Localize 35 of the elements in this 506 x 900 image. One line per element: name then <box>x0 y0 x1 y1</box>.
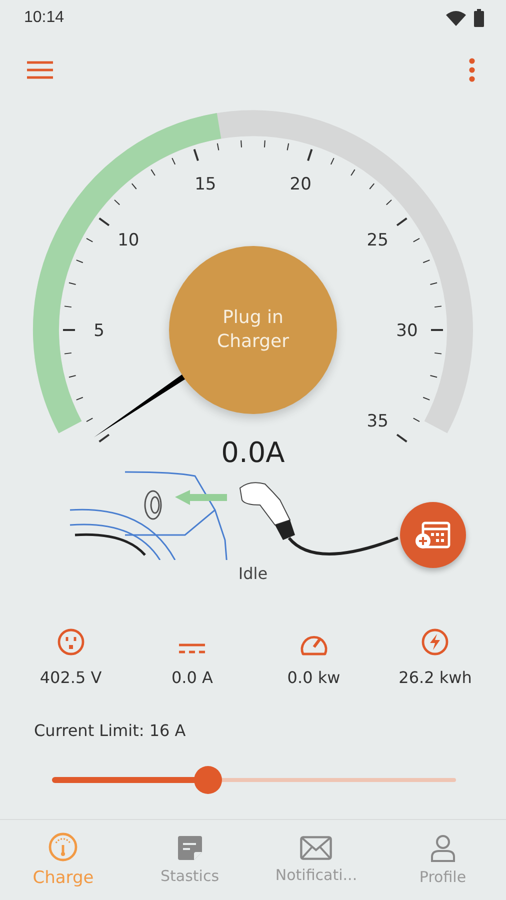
gauge-scale-label: 25 <box>366 230 388 250</box>
nav-tab[interactable]: Notificati... <box>253 820 380 900</box>
wifi-icon <box>446 10 466 26</box>
current-limit-slider[interactable] <box>52 766 456 794</box>
more-options-icon[interactable] <box>469 58 475 82</box>
stat-value: 0.0 A <box>172 668 213 687</box>
lightning-icon <box>421 628 450 656</box>
current-limit-label: Current Limit: 16 A <box>34 721 186 740</box>
gauge-scale-label: 15 <box>194 174 216 195</box>
outlet-icon <box>56 628 85 656</box>
mail-icon <box>300 836 332 860</box>
clock-time: 10:14 <box>24 9 64 27</box>
nav-tab[interactable]: Stastics <box>126 820 253 900</box>
stat-value: 0.0 kw <box>287 668 340 687</box>
menu-icon[interactable] <box>27 61 53 79</box>
nav-tab[interactable]: Charge <box>0 820 126 900</box>
current-reading: 0.0A <box>221 436 285 470</box>
calendar-add-icon <box>415 520 451 550</box>
stat-value: 26.2 kwh <box>398 668 472 687</box>
stat-value: 402.5 V <box>40 668 102 687</box>
gauge-scale-label: 35 <box>366 412 388 432</box>
slider-thumb[interactable] <box>194 766 222 794</box>
gauge-scale-label: 10 <box>118 230 140 250</box>
plug-in-charger-button[interactable]: Plug in Charger <box>169 246 337 414</box>
gauge-scale-label: 5 <box>94 321 104 341</box>
battery-icon <box>474 9 484 27</box>
gauge-scale-label: 20 <box>290 174 312 195</box>
gauge-icon <box>48 832 78 862</box>
gauge-scale-label: 30 <box>396 321 418 341</box>
direct-current-icon <box>178 642 206 656</box>
schedule-charging-button[interactable] <box>400 502 466 568</box>
note-icon <box>176 835 203 861</box>
charging-status: Idle <box>238 564 268 583</box>
nav-tab[interactable]: Profile <box>380 820 506 900</box>
person-icon <box>430 834 456 862</box>
